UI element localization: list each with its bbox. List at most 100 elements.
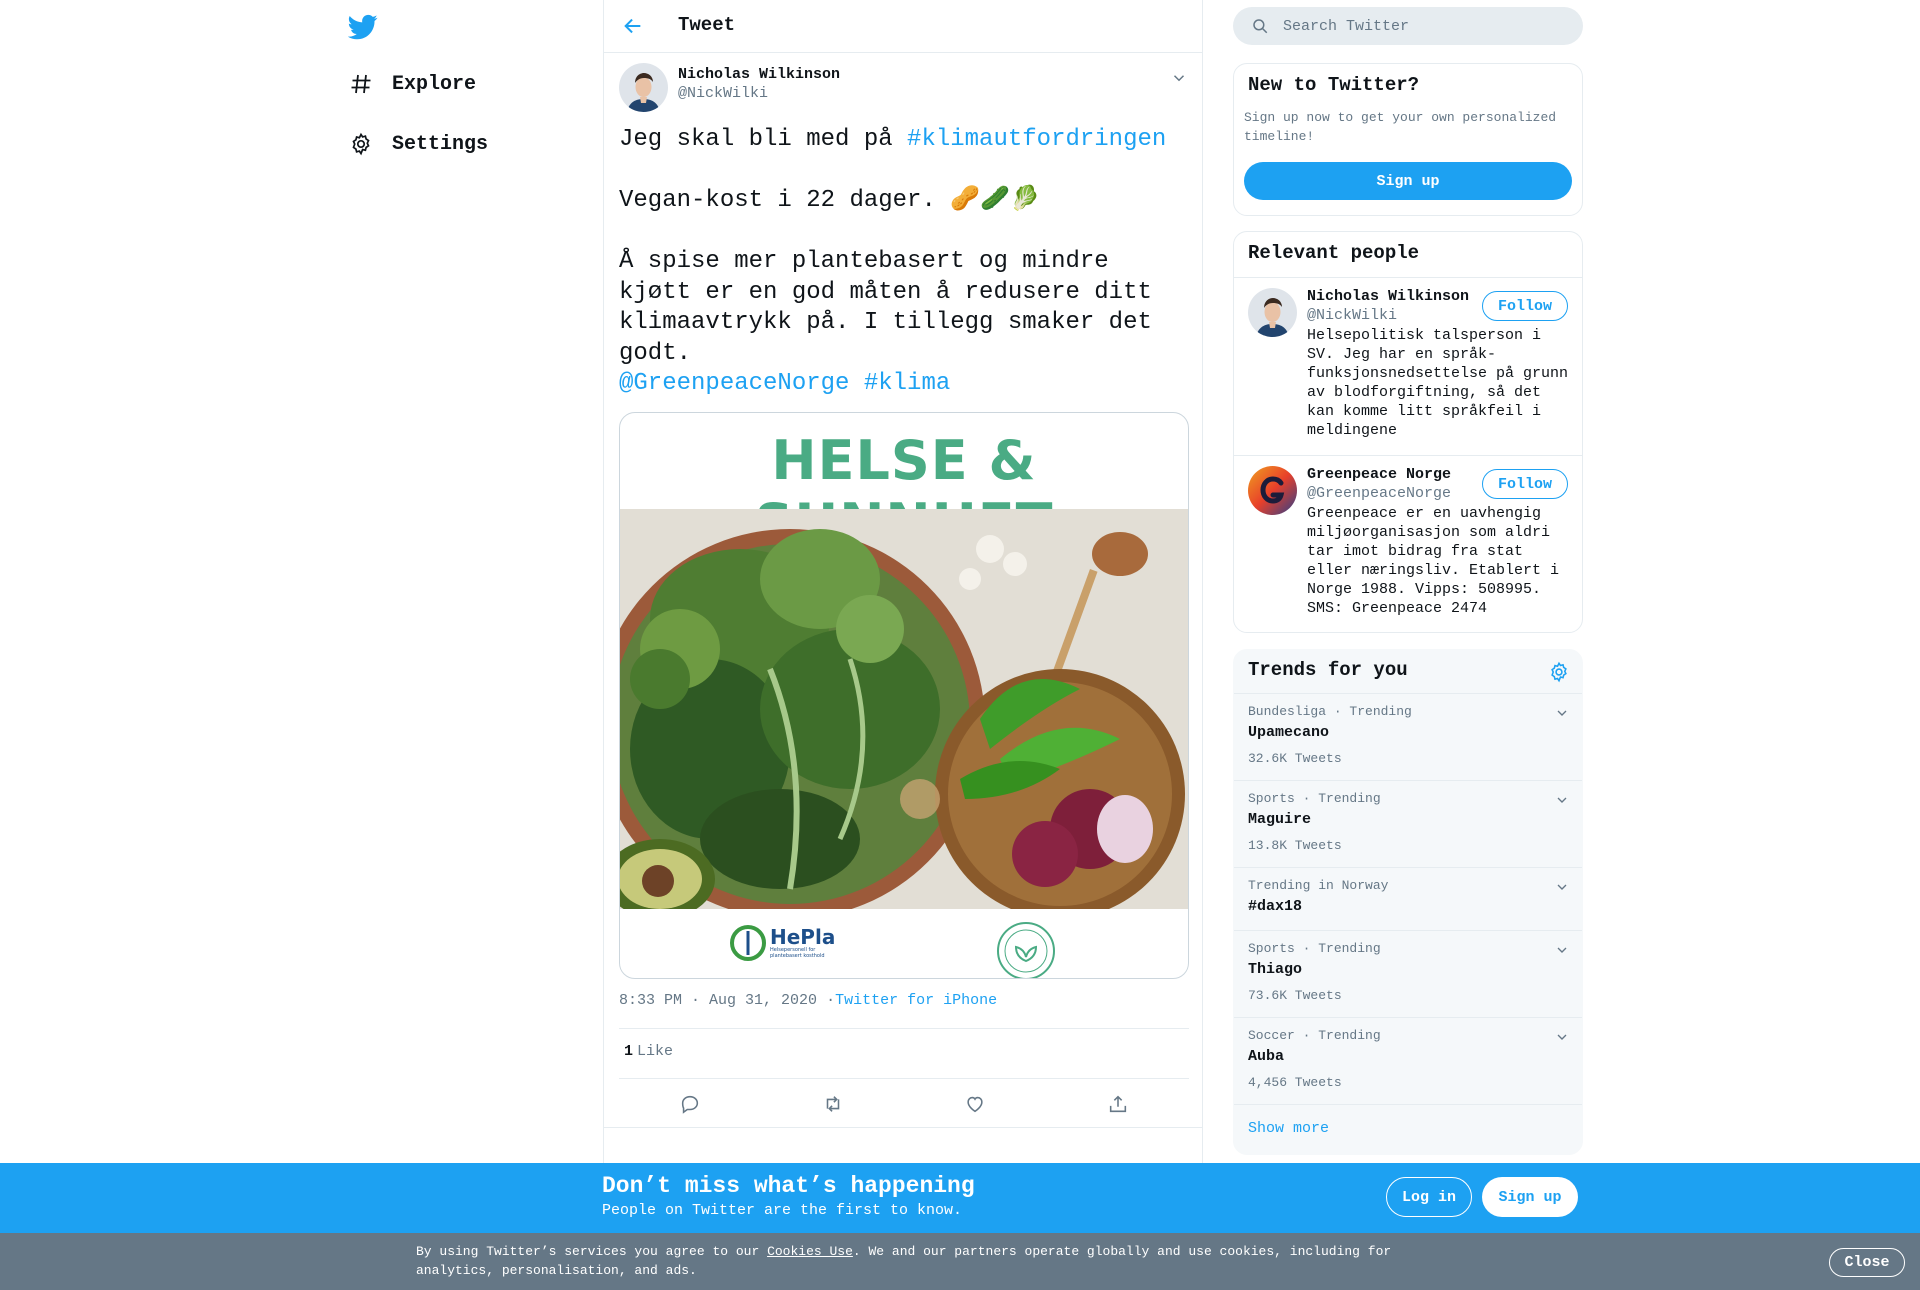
person-bio: Helsepolitisk talsperson i SV. Jeg har e… [1307,327,1569,439]
trend-item[interactable]: Sports · Trending Maguire 13.8K Tweets [1234,781,1582,868]
trend-context: Soccer · Trending [1248,1028,1381,1043]
hashtag-link[interactable]: #klima [864,370,950,397]
tweet-source[interactable]: Twitter for iPhone [835,992,997,1009]
trend-name: Auba [1248,1048,1285,1065]
hepla-logo-text: HePla [770,925,836,949]
avatar[interactable] [1248,466,1297,515]
show-more-link[interactable]: Show more [1248,1120,1329,1137]
person-item[interactable]: Nicholas Wilkinson @NickWilki Follow Hel… [1234,278,1582,456]
avatar[interactable] [619,63,668,112]
tweet-author: Nicholas Wilkinson @NickWilki [604,53,1202,127]
chevron-down-icon[interactable] [1554,705,1570,726]
tweet-line-2: Vegan-kost i 22 dager. 🥜🥒🥬 [619,187,1040,214]
card-header: Trends for you [1234,650,1582,694]
tweet-media[interactable]: HELSE & SUNNHET [619,412,1189,979]
trend-item[interactable]: Bundesliga · Trending Upamecano 32.6K Tw… [1234,694,1582,781]
trend-context: Sports · Trending [1248,941,1381,956]
like-icon[interactable] [955,1088,995,1120]
gear-icon[interactable] [1548,661,1570,683]
back-arrow-icon[interactable] [620,13,646,39]
person-name[interactable]: Nicholas Wilkinson [1307,288,1469,305]
chevron-down-icon[interactable] [1170,69,1188,92]
trend-item[interactable]: Soccer · Trending Auba 4,456 Tweets [1234,1018,1582,1105]
divider [604,1127,1202,1128]
trend-item[interactable]: Trending in Norway #dax18 [1234,868,1582,931]
tweet-column: Tweet Nicholas Wilkinson @NickWilki Jeg … [603,0,1203,1163]
tweet-body: Jeg skal bli med på #klimautfordringen V… [619,125,1189,400]
trend-context: Sports · Trending [1248,791,1381,806]
page-title: Tweet [678,14,736,36]
trend-name: Upamecano [1248,724,1330,741]
card-description: Sign up now to get your own personalized… [1244,110,1557,144]
sign-up-button[interactable]: Sign up [1244,162,1572,200]
card-header: Relevant people [1234,232,1582,278]
trend-context: Trending in Norway [1248,878,1389,893]
hash-icon [348,71,374,97]
tweet-text-prefix: Jeg skal bli med på [619,126,908,153]
tweet-line-3: Å spise mer plantebasert og mindre kjøtt… [619,248,1167,367]
card-title: New to Twitter? [1248,74,1420,96]
chevron-down-icon[interactable] [1554,879,1570,900]
nav-settings-label: Settings [392,132,489,156]
cookie-text-before: By using Twitter’s services you agree to… [416,1244,768,1259]
vegetables-photo [620,509,1188,909]
signup-banner: Don’t miss what’s happening People on Tw… [0,1163,1920,1233]
author-handle[interactable]: @NickWilki [678,85,768,102]
person-bio: Greenpeace er en uavhengig miljøorganisa… [1307,505,1560,617]
card-title: Relevant people [1248,242,1420,264]
relevant-people-card: Relevant people Nicholas Wilkinson @Nick… [1233,231,1583,633]
trends-card: Trends for you Bundesliga · Trending Upa… [1233,649,1583,1155]
trend-name: Thiago [1248,961,1303,978]
search-input[interactable] [1283,17,1563,35]
chevron-down-icon[interactable] [1554,942,1570,963]
like-count-row[interactable]: 1 Like [624,1043,673,1060]
trend-count: 32.6K Tweets [1248,751,1342,766]
mention-link[interactable]: @GreenpeaceNorge [619,370,849,397]
klima-logo [996,921,1056,978]
log-in-button[interactable]: Log in [1386,1177,1472,1217]
follow-button[interactable]: Follow [1482,469,1568,499]
chevron-down-icon[interactable] [1554,1029,1570,1050]
divider [619,1078,1189,1079]
person-item[interactable]: Greenpeace Norge @GreenpeaceNorge Follow… [1234,456,1582,632]
trend-name: Maguire [1248,811,1312,828]
nav-explore[interactable]: Explore [348,62,476,106]
author-name[interactable]: Nicholas Wilkinson [678,66,840,83]
cookie-banner: By using Twitter’s services you agree to… [0,1233,1920,1290]
banner-subtext: People on Twitter are the first to know. [602,1202,963,1219]
avatar[interactable] [1248,288,1297,337]
meta-dot: · [826,992,836,1009]
tweet-timestamp[interactable]: 8:33 PM · Aug 31, 2020 [619,992,817,1009]
reply-icon[interactable] [670,1088,710,1120]
cookies-use-link[interactable]: Cookies Use [767,1244,853,1259]
search-icon [1251,17,1269,35]
close-button[interactable]: Close [1829,1248,1905,1277]
person-handle[interactable]: @GreenpeaceNorge [1307,485,1451,502]
divider [619,1028,1189,1029]
follow-button[interactable]: Follow [1482,291,1568,321]
tweet-meta: 8:33 PM · Aug 31, 2020 ·Twitter for iPho… [619,992,997,1009]
tweet-actions [619,1088,1189,1120]
trend-context: Bundesliga · Trending [1248,704,1412,719]
person-name[interactable]: Greenpeace Norge [1307,466,1451,483]
banner-sign-up-button[interactable]: Sign up [1482,1177,1578,1217]
new-to-twitter-card: New to Twitter? Sign up now to get your … [1233,63,1583,216]
tweet-header: Tweet [604,0,1202,53]
card-title: Trends for you [1248,659,1408,681]
nav-settings[interactable]: Settings [348,122,488,166]
cookie-text: By using Twitter’s services you agree to… [416,1242,1426,1280]
trend-count: 73.6K Tweets [1248,988,1342,1003]
like-label: Like [637,1043,674,1060]
search-bar[interactable] [1233,7,1583,45]
person-handle[interactable]: @NickWilki [1307,307,1397,324]
gear-icon [348,131,374,157]
twitter-bird-icon[interactable] [347,12,378,42]
trend-count: 13.8K Tweets [1248,838,1342,853]
trend-item[interactable]: Sports · Trending Thiago 73.6K Tweets [1234,931,1582,1018]
like-count: 1 [624,1043,634,1060]
retweet-icon[interactable] [813,1088,853,1120]
banner-headline: Don’t miss what’s happening [602,1173,975,1199]
hashtag-link[interactable]: #klimautfordringen [907,126,1166,153]
share-icon[interactable] [1098,1088,1138,1120]
chevron-down-icon[interactable] [1554,792,1570,813]
